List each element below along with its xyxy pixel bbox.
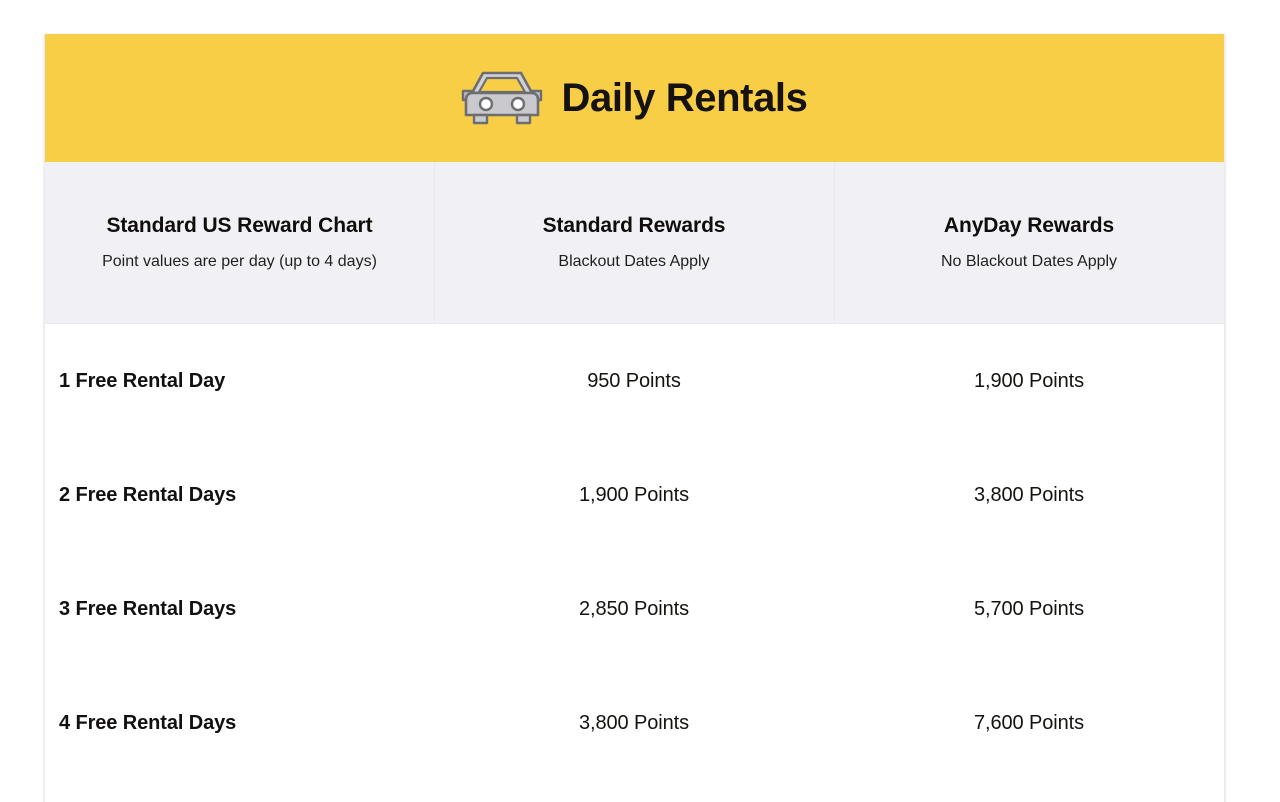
column-header-band: Standard US Reward Chart Point values ar… — [45, 162, 1224, 324]
row-label-cell: 2 Free Rental Days — [45, 438, 434, 552]
page-root: Daily Rentals Standard US Reward Chart P… — [0, 0, 1280, 802]
row-label-cell: 4 Free Rental Days — [45, 666, 434, 780]
row-label: 4 Free Rental Days — [59, 711, 237, 734]
column-title: Standard Rewards — [542, 213, 726, 237]
table-row: 4 Free Rental Days 3,800 Points 7,600 Po… — [45, 666, 1224, 780]
row-label-cell: 3 Free Rental Days — [45, 552, 434, 666]
standard-points-value: 3,800 Points — [579, 711, 689, 734]
column-header-anyday-rewards: AnyDay Rewards No Blackout Dates Apply — [834, 162, 1224, 323]
row-anyday-cell: 3,800 Points — [834, 438, 1224, 552]
column-subtitle: No Blackout Dates Apply — [940, 252, 1118, 270]
row-anyday-cell: 1,900 Points — [834, 324, 1224, 438]
row-standard-cell: 950 Points — [434, 324, 834, 438]
column-title: AnyDay Rewards — [943, 213, 1115, 237]
anyday-points-value: 5,700 Points — [974, 597, 1084, 620]
row-label: 3 Free Rental Days — [59, 597, 237, 620]
row-standard-cell: 3,800 Points — [434, 666, 834, 780]
reward-rows: 1 Free Rental Day 950 Points 1,900 Point… — [45, 324, 1224, 780]
column-subtitle: Point values are per day (up to 4 days) — [102, 252, 377, 270]
row-standard-cell: 2,850 Points — [434, 552, 834, 666]
row-anyday-cell: 7,600 Points — [834, 666, 1224, 780]
standard-points-value: 2,850 Points — [579, 597, 689, 620]
anyday-points-value: 1,900 Points — [974, 369, 1084, 392]
row-standard-cell: 1,900 Points — [434, 438, 834, 552]
table-row: 1 Free Rental Day 950 Points 1,900 Point… — [45, 324, 1224, 438]
row-label: 2 Free Rental Days — [59, 483, 237, 506]
row-anyday-cell: 5,700 Points — [834, 552, 1224, 666]
column-subtitle: Blackout Dates Apply — [558, 252, 710, 270]
card-banner: Daily Rentals — [45, 34, 1224, 162]
anyday-points-value: 3,800 Points — [974, 483, 1084, 506]
row-label-cell: 1 Free Rental Day — [45, 324, 434, 438]
daily-rentals-reward-card: Daily Rentals Standard US Reward Chart P… — [44, 34, 1225, 802]
standard-points-value: 1,900 Points — [579, 483, 689, 506]
column-title: Standard US Reward Chart — [106, 213, 373, 237]
column-header-standard-us-reward-chart: Standard US Reward Chart Point values ar… — [45, 162, 434, 323]
anyday-points-value: 7,600 Points — [974, 711, 1084, 734]
column-header-standard-rewards: Standard Rewards Blackout Dates Apply — [434, 162, 834, 323]
table-row: 2 Free Rental Days 1,900 Points 3,800 Po… — [45, 438, 1224, 552]
row-label: 1 Free Rental Day — [59, 369, 226, 392]
banner-title: Daily Rentals — [561, 76, 808, 120]
table-row: 3 Free Rental Days 2,850 Points 5,700 Po… — [45, 552, 1224, 666]
car-front-icon — [461, 67, 543, 129]
standard-points-value: 950 Points — [587, 369, 681, 392]
